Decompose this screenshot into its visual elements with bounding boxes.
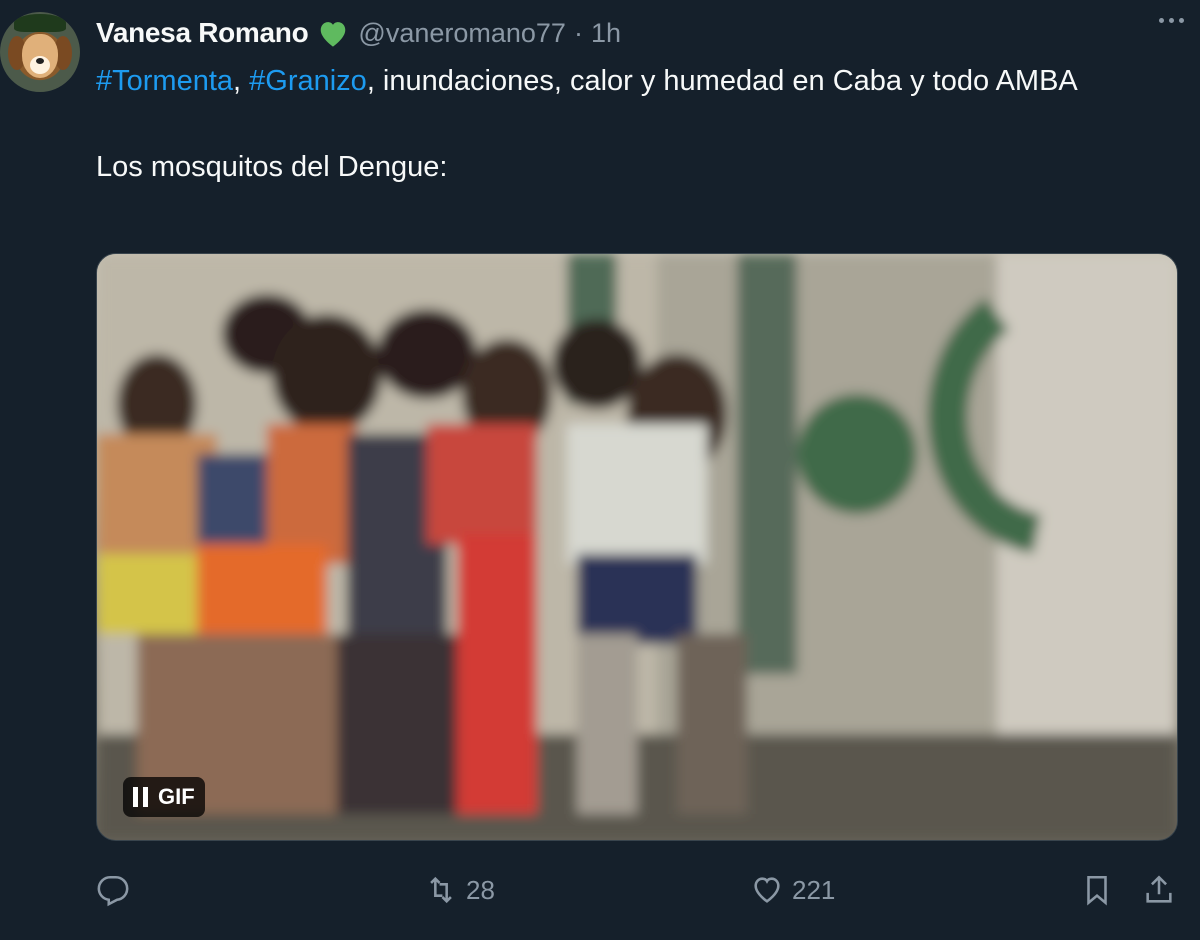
heart-icon [754,877,780,903]
tweet-text-rest: , inundaciones, calor y humedad en Caba … [366,65,1078,97]
like-button[interactable]: 221 [750,868,835,912]
author-name[interactable]: Vanesa Romano [96,17,309,49]
reply-button[interactable] [96,868,130,912]
reply-icon [97,875,129,907]
share-button[interactable] [1142,868,1176,912]
gif-label: GIF [158,784,195,809]
bookmark-icon [1087,875,1107,906]
tweet-actions: 28 221 [96,868,1180,912]
gif-badge[interactable]: GIF [123,777,205,817]
text-sep: , [233,65,250,97]
hashtag-tormenta[interactable]: #Tormenta [96,65,233,97]
share-icon [1146,875,1172,903]
avatar-nose [36,58,44,64]
more-icon[interactable] [1159,18,1184,23]
hashtag-granizo[interactable]: #Granizo [249,65,367,97]
bookmark-button[interactable] [1080,868,1114,912]
separator-dot: · [573,17,583,48]
like-count: 221 [792,874,836,905]
retweet-button[interactable]: 28 [424,868,495,912]
green-heart-icon [316,18,350,48]
retweet-icon [430,876,452,904]
gif-frame [97,254,1177,840]
author-handle[interactable]: @vaneromano77 [358,18,566,49]
avatar-hat [14,14,66,32]
tweet-text-para1: #Tormenta, #Granizo, inundaciones, calor… [96,60,1156,103]
avatar[interactable] [0,12,80,92]
retweet-count: 28 [466,874,495,905]
tweet-time[interactable]: 1h [591,18,621,49]
tweet-text-para2: Los mosquitos del Dengue: [96,151,448,183]
pause-icon[interactable] [133,786,148,808]
tweet-header: Vanesa Romano @vaneromano77 · 1h [96,16,621,50]
gif-media[interactable]: GIF [96,253,1178,841]
tweet-text: #Tormenta, #Granizo, inundaciones, calor… [96,60,1156,189]
